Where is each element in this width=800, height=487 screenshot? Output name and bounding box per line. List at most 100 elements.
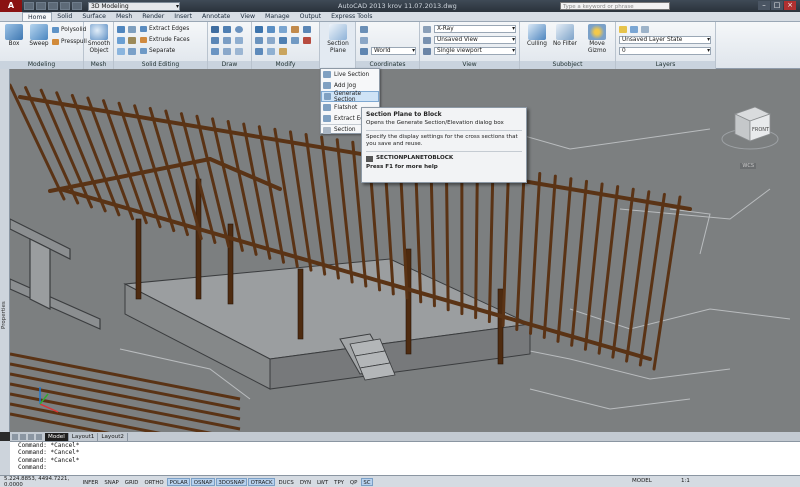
modify-panel-title[interactable]: Modify — [252, 61, 319, 69]
ucs-button[interactable] — [360, 25, 368, 33]
no-filter-button[interactable]: No Filter — [552, 24, 578, 48]
align-button[interactable] — [267, 47, 275, 55]
tab-layout1[interactable]: Layout1 — [69, 432, 99, 441]
box-button[interactable]: Box — [1, 24, 27, 48]
tab-solid[interactable]: Solid — [52, 12, 77, 21]
status-toggle-osnap[interactable]: OSNAP — [191, 477, 215, 486]
named-view-icon-button[interactable] — [423, 36, 431, 44]
application-menu-button[interactable]: A — [0, 0, 22, 12]
culling-button[interactable]: Culling — [524, 24, 550, 48]
tab-mesh[interactable]: Mesh — [111, 12, 137, 21]
subtract-button[interactable] — [117, 36, 125, 44]
layer-lock-button[interactable] — [641, 25, 649, 33]
explode-button[interactable] — [279, 47, 287, 55]
copy-button[interactable] — [279, 25, 287, 33]
layer-properties-button[interactable] — [619, 25, 627, 33]
tab-nav-first-icon[interactable] — [12, 433, 18, 440]
menu-item-generate-section[interactable]: Generate Section — [321, 91, 379, 103]
tab-output[interactable]: Output — [295, 12, 327, 21]
model-space-toggle[interactable]: MODEL — [632, 478, 652, 484]
tab-manage[interactable]: Manage — [260, 12, 295, 21]
tab-nav-prev-icon[interactable] — [20, 433, 26, 440]
named-view-dropdown[interactable]: Unsaved View ▾ — [434, 36, 516, 44]
status-toggle-ortho[interactable]: ORTHO — [142, 478, 166, 486]
intersect-button[interactable] — [117, 47, 125, 55]
tab-model[interactable]: Model — [45, 432, 69, 441]
slice-button[interactable] — [128, 36, 136, 44]
circle-button[interactable] — [235, 25, 243, 33]
view-panel-title[interactable]: View — [420, 61, 519, 69]
extract-edges-button[interactable]: Extract Edges — [140, 25, 189, 33]
tab-home[interactable]: Home — [22, 12, 53, 21]
status-toggle-snap[interactable]: SNAP — [102, 478, 121, 486]
tab-surface[interactable]: Surface — [77, 12, 111, 21]
ellipse-button[interactable] — [211, 47, 219, 55]
command-line-grip[interactable] — [0, 441, 10, 475]
status-toggle-sc[interactable]: SC — [360, 477, 374, 486]
solid-editing-panel-title[interactable]: Solid Editing — [114, 61, 207, 69]
tab-express-tools[interactable]: Express Tools — [326, 12, 377, 21]
sweep-button[interactable]: Sweep — [26, 24, 52, 48]
hatch-button[interactable] — [235, 36, 243, 44]
status-toggle-infer[interactable]: INFER — [80, 478, 101, 486]
line-button[interactable] — [211, 25, 219, 33]
undo-icon[interactable] — [60, 2, 70, 10]
tab-nav-last-icon[interactable] — [36, 433, 42, 440]
new-icon[interactable] — [24, 2, 34, 10]
viewport-config-dropdown[interactable]: Single viewport ▾ — [434, 47, 516, 55]
command-line[interactable]: Command: *Cancel* Command: *Cancel* Comm… — [10, 441, 800, 475]
erase-button[interactable] — [303, 36, 311, 44]
offset-button[interactable] — [255, 47, 263, 55]
annotation-scale[interactable]: 1:1 — [681, 478, 690, 484]
rectangle-button[interactable] — [223, 36, 231, 44]
wcs-menu-button[interactable]: WCS — [740, 163, 756, 169]
layer-state-dropdown[interactable]: Unsaved Layer State ▾ — [619, 36, 711, 44]
status-toggle-qp[interactable]: QP — [347, 478, 360, 486]
close-button[interactable]: × — [784, 1, 796, 10]
status-toggle-ducs[interactable]: DUCS — [276, 478, 296, 486]
ucs-3point-button[interactable] — [360, 47, 368, 55]
smooth-object-button[interactable]: Smooth Object — [86, 24, 112, 54]
workspace-dropdown[interactable]: 3D Modeling ▾ — [88, 1, 180, 11]
status-toggle-otrack[interactable]: OTRACK — [248, 477, 276, 486]
minimize-button[interactable]: – — [758, 1, 770, 10]
status-toggle-3dosnap[interactable]: 3DOSNAP — [215, 477, 248, 486]
search-input[interactable]: Type a keyword or phrase — [560, 2, 670, 10]
coordinate-readout[interactable]: 5.224.8853, 4494.7221, 0.0000 — [0, 476, 80, 487]
polyline-button[interactable] — [223, 25, 231, 33]
trim-button[interactable] — [267, 36, 275, 44]
fillet-button[interactable] — [255, 36, 263, 44]
point-button[interactable] — [235, 47, 243, 55]
shell-button[interactable] — [128, 25, 136, 33]
tab-nav-next-icon[interactable] — [28, 433, 34, 440]
visual-style-dropdown[interactable]: X-Ray ▾ — [434, 25, 516, 33]
scale-button[interactable] — [279, 36, 287, 44]
status-toggle-tpy[interactable]: TPY — [332, 478, 347, 486]
spline-button[interactable] — [223, 47, 231, 55]
array-button[interactable] — [303, 25, 311, 33]
section-plane-button[interactable]: Section Plane — [325, 24, 351, 54]
subobject-panel-title[interactable]: Subobject — [520, 61, 615, 69]
redo-icon[interactable] — [72, 2, 82, 10]
modeling-panel-title[interactable]: Modeling — [0, 61, 83, 69]
interfere-button[interactable] — [128, 47, 136, 55]
tab-annotate[interactable]: Annotate — [197, 12, 235, 21]
status-toggle-lwt[interactable]: LWT — [315, 478, 331, 486]
stretch-button[interactable] — [291, 36, 299, 44]
status-toggle-polar[interactable]: POLAR — [167, 477, 191, 486]
rotate-button[interactable] — [267, 25, 275, 33]
menu-item-add-jog[interactable]: Add Jog — [321, 80, 379, 91]
layer-freeze-button[interactable] — [630, 25, 638, 33]
viewport-icon-button[interactable] — [423, 47, 431, 55]
draw-panel-title[interactable]: Draw — [208, 61, 251, 69]
save-icon[interactable] — [48, 2, 58, 10]
layer-dropdown[interactable]: 0 ▾ — [619, 47, 711, 55]
union-button[interactable] — [117, 25, 125, 33]
ucs-origin-button[interactable] — [360, 36, 368, 44]
move-gizmo-button[interactable]: Move Gizmo — [582, 24, 612, 54]
ucs-dropdown[interactable]: World ▾ — [371, 47, 416, 55]
separate-button[interactable]: Separate — [140, 47, 175, 55]
tab-view[interactable]: View — [235, 12, 260, 21]
maximize-button[interactable]: □ — [771, 1, 783, 10]
menu-item-live-section[interactable]: Live Section — [321, 69, 379, 80]
